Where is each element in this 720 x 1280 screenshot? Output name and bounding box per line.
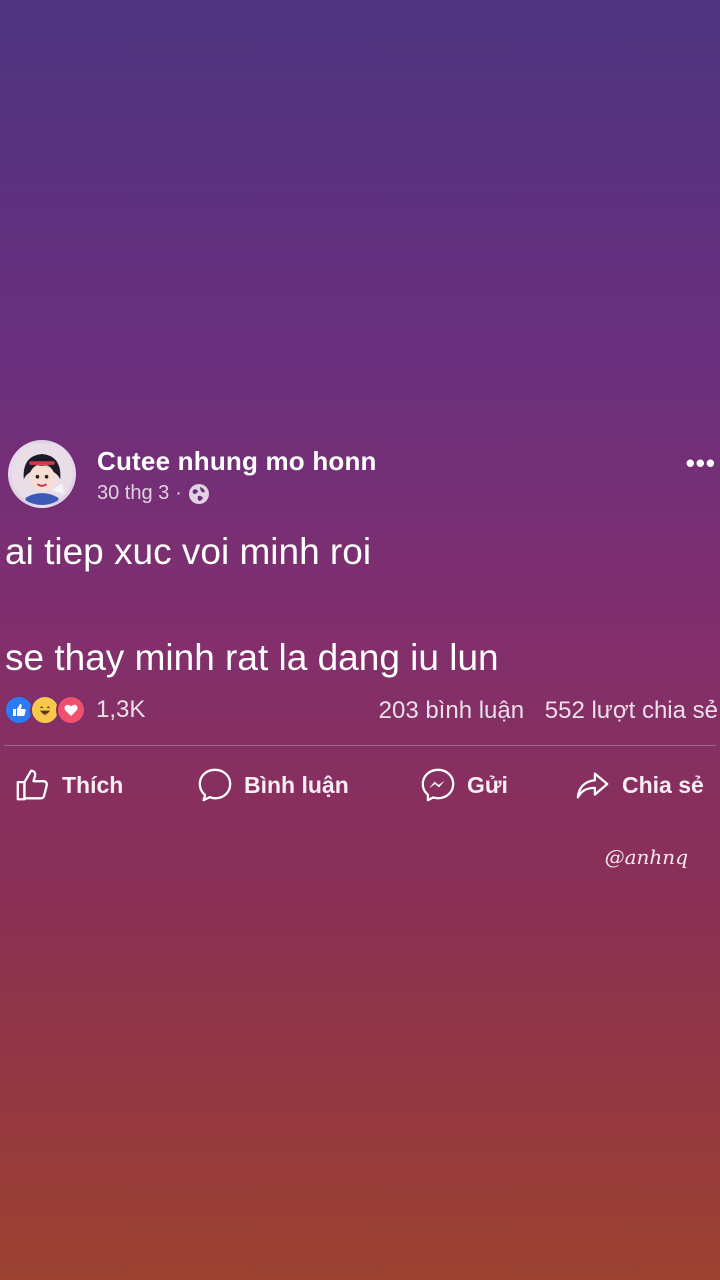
post-meta: 30 thg 3 · xyxy=(97,482,210,505)
share-count[interactable]: 552 lượt chia sẻ xyxy=(545,697,718,724)
divider xyxy=(4,745,716,746)
comment-bubble-icon xyxy=(198,768,232,802)
meta-separator: · xyxy=(175,482,182,504)
like-button[interactable]: Thích xyxy=(14,760,123,810)
engagement-stats: 203 bình luận 552 lượt chia sẻ xyxy=(379,697,718,725)
reaction-summary[interactable]: 1,3K xyxy=(4,695,145,725)
share-arrow-icon xyxy=(576,772,609,799)
comment-label: Bình luận xyxy=(244,771,349,798)
thumbs-up-icon xyxy=(16,769,48,801)
globe-icon xyxy=(188,483,210,505)
avatar[interactable] xyxy=(8,440,76,508)
send-button[interactable]: Gửi xyxy=(419,760,508,810)
send-label: Gửi xyxy=(467,771,508,798)
share-button[interactable]: Chia sẻ xyxy=(574,760,704,810)
share-label: Chia sẻ xyxy=(622,771,704,798)
author-name[interactable]: Cutee nhung mo honn xyxy=(97,446,377,477)
messenger-icon xyxy=(421,768,455,802)
love-icon xyxy=(56,695,86,725)
action-bar: Thích Bình luận Gửi Chia sẻ xyxy=(0,760,720,810)
post-date[interactable]: 30 thg 3 xyxy=(97,482,169,505)
comment-count[interactable]: 203 bình luận xyxy=(379,697,524,724)
avatar-image xyxy=(11,443,73,505)
post-header: Cutee nhung mo honn 30 thg 3 · ••• xyxy=(4,438,720,512)
comment-button[interactable]: Bình luận xyxy=(196,760,349,810)
post-text-line-2: se thay minh rat la dang iu lun xyxy=(5,637,499,678)
post-text-line-1: ai tiep xuc voi minh roi xyxy=(5,531,372,572)
watermark: @anhnq xyxy=(604,845,688,869)
like-label: Thích xyxy=(62,771,124,798)
reaction-count: 1,3K xyxy=(96,696,146,723)
more-options-button[interactable]: ••• xyxy=(686,448,716,479)
